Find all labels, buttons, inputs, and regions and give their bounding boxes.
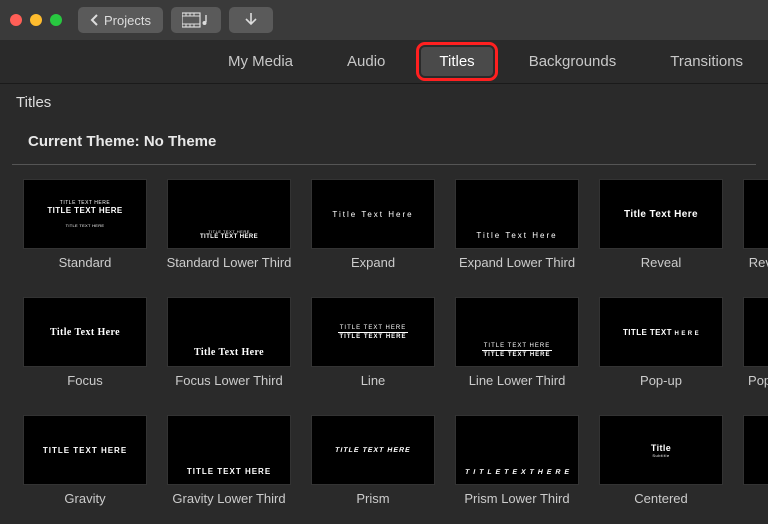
title-caption: Prism Lower Third xyxy=(464,491,569,519)
tab-titles[interactable]: Titles xyxy=(421,47,492,76)
tab-my-media[interactable]: My Media xyxy=(210,47,311,76)
thumbnail: TITLE TEXT HERE TITLE TEXT HERE TITLE TE… xyxy=(23,179,147,249)
thumbnail: Title Text Here xyxy=(599,179,723,249)
title-item-gravity[interactable]: TITLE TEXT HERE Gravity xyxy=(20,415,150,519)
title-item-standard-lower-third[interactable]: TITLE TEXT HERE TITLE TEXT HERE Standard… xyxy=(164,179,294,283)
download-arrow-icon xyxy=(244,12,258,28)
thumbnail: TITLE TEXT HERE TITLE TEXT HERE xyxy=(455,297,579,367)
title-item-reveal[interactable]: Title Text Here Reveal xyxy=(596,179,726,283)
title-caption: Focus xyxy=(67,373,102,401)
title-item-focus[interactable]: Title Text Here Focus xyxy=(20,297,150,401)
thumbnail: TITLE TEXT HERE xyxy=(23,415,147,485)
title-item-popup[interactable]: TITLE TEXT H E R E Pop-up xyxy=(596,297,726,401)
title-caption: Standard Lower Third xyxy=(167,255,292,283)
thumbnail: TITLE TEXT HERE TITLE TEXT HERE xyxy=(311,297,435,367)
thumbnail: Title Text Here xyxy=(311,179,435,249)
chevron-left-icon xyxy=(90,14,100,26)
media-library-button[interactable] xyxy=(171,7,221,33)
thumbnail: TITLE TEXT H E R E xyxy=(599,297,723,367)
title-item-focus-lower-third[interactable]: Title Text Here Focus Lower Third xyxy=(164,297,294,401)
title-caption: Line xyxy=(361,373,386,401)
thumbnail: Title Text Here xyxy=(743,179,768,249)
divider xyxy=(338,332,408,333)
tab-transitions[interactable]: Transitions xyxy=(652,47,761,76)
title-caption: Prism xyxy=(356,491,389,519)
title-item-reveal-lower-third[interactable]: Title Text Here Reveal Lower Third xyxy=(740,179,768,283)
thumbnail: TITLE TEXT HERE xyxy=(311,415,435,485)
title-item-lower[interactable]: Title Lower xyxy=(740,415,768,519)
title-item-expand-lower-third[interactable]: Title Text Here Expand Lower Third xyxy=(452,179,582,283)
thumbnail: Title Text Here xyxy=(455,179,579,249)
title-caption: Focus Lower Third xyxy=(175,373,282,401)
title-caption: Standard xyxy=(59,255,112,283)
title-item-prism-lower-third[interactable]: T I T L E T E X T H E R E Prism Lower Th… xyxy=(452,415,582,519)
title-caption: Reveal Lower Third xyxy=(749,255,768,283)
title-item-prism[interactable]: TITLE TEXT HERE Prism xyxy=(308,415,438,519)
title-item-centered[interactable]: Title Subtitle Centered xyxy=(596,415,726,519)
title-item-popup-lower-third[interactable]: TITLE TEXT H E R E Pop-up Lower Third xyxy=(740,297,768,401)
maximize-window-button[interactable] xyxy=(50,14,62,26)
section-title: Titles xyxy=(0,84,768,117)
title-caption: Centered xyxy=(634,491,687,519)
thumbnail: Title Subtitle xyxy=(599,415,723,485)
title-item-expand[interactable]: Title Text Here Expand xyxy=(308,179,438,283)
window-controls xyxy=(10,14,62,26)
thumbnail: Title Text Here xyxy=(167,297,291,367)
toolbar: Projects xyxy=(0,0,768,40)
close-window-button[interactable] xyxy=(10,14,22,26)
title-caption: Gravity xyxy=(64,491,105,519)
title-caption: Gravity Lower Third xyxy=(172,491,285,519)
title-caption: Pop-up Lower Third xyxy=(748,373,768,401)
title-caption: Reveal xyxy=(641,255,681,283)
thumbnail: T I T L E T E X T H E R E xyxy=(455,415,579,485)
back-projects-button[interactable]: Projects xyxy=(78,7,163,33)
filmstrip-music-icon xyxy=(182,12,210,28)
current-theme-label: Current Theme: No Theme xyxy=(12,117,756,165)
tab-audio[interactable]: Audio xyxy=(329,47,403,76)
browser-tabs: My Media Audio Titles Backgrounds Transi… xyxy=(0,40,768,84)
thumbnail: TITLE TEXT HERE TITLE TEXT HERE xyxy=(167,179,291,249)
title-item-gravity-lower-third[interactable]: TITLE TEXT HERE Gravity Lower Third xyxy=(164,415,294,519)
title-caption: Expand Lower Third xyxy=(459,255,575,283)
thumbnail: TITLE TEXT HERE xyxy=(167,415,291,485)
titles-grid: TITLE TEXT HERE TITLE TEXT HERE TITLE TE… xyxy=(0,179,768,519)
title-caption: Pop-up xyxy=(640,373,682,401)
divider xyxy=(482,350,552,351)
thumbnail: Title Text Here xyxy=(23,297,147,367)
title-item-line-lower-third[interactable]: TITLE TEXT HERE TITLE TEXT HERE Line Low… xyxy=(452,297,582,401)
back-label: Projects xyxy=(104,13,151,28)
title-caption: Expand xyxy=(351,255,395,283)
import-button[interactable] xyxy=(229,7,273,33)
thumbnail: TITLE TEXT H E R E xyxy=(743,297,768,367)
thumbnail: Title xyxy=(743,415,768,485)
title-caption: Line Lower Third xyxy=(469,373,566,401)
minimize-window-button[interactable] xyxy=(30,14,42,26)
title-item-line[interactable]: TITLE TEXT HERE TITLE TEXT HERE Line xyxy=(308,297,438,401)
title-item-standard[interactable]: TITLE TEXT HERE TITLE TEXT HERE TITLE TE… xyxy=(20,179,150,283)
tab-backgrounds[interactable]: Backgrounds xyxy=(511,47,635,76)
